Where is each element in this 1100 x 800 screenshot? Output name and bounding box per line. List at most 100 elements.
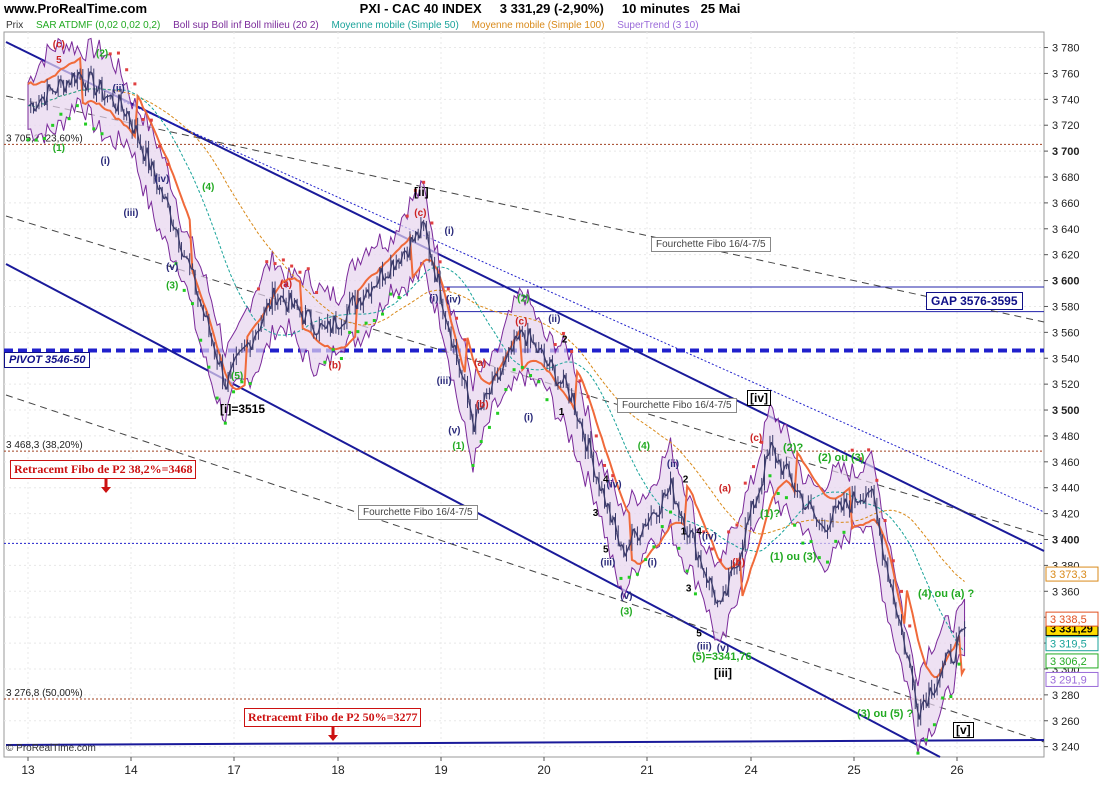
wave-label: (iv): [702, 532, 717, 543]
wave-2q-label: (2)?: [783, 442, 804, 454]
sar-dot: [801, 541, 805, 545]
sar-dot: [752, 465, 756, 469]
wave-i-label: [i]=3515: [220, 402, 266, 416]
level-label: 3 468,3 (38,20%): [6, 440, 83, 451]
y-tick-label: 3 680: [1052, 172, 1080, 184]
wave-label: (ii): [113, 84, 125, 95]
sar-dot: [34, 138, 38, 142]
sar-dot: [603, 463, 607, 467]
wave-label: (b): [328, 361, 341, 372]
fibo-38-label: Retracemt Fibo de P2 38,2%=3468: [10, 460, 197, 479]
wave-iv-label: [iv]: [747, 390, 771, 406]
y-tick-label: 3 540: [1052, 353, 1080, 365]
price-tag-label: 3 373,3: [1050, 569, 1087, 581]
sar-dot: [84, 122, 88, 126]
sar-dot: [537, 380, 541, 384]
wave-label: (iv): [446, 295, 461, 306]
fourchette-label-2: Fourchette Fibo 16/4-7/5: [617, 398, 737, 413]
sar-dot: [306, 267, 310, 271]
y-tick-label: 3 580: [1052, 301, 1080, 313]
x-tick-label: 14: [124, 763, 138, 777]
wave-label: (iii): [124, 208, 139, 219]
wave-label: (a): [719, 484, 731, 495]
sar-dot: [232, 390, 236, 394]
wave-label: (i): [445, 226, 454, 237]
wave-label: 3: [686, 583, 692, 594]
sar-dot: [149, 118, 153, 122]
wave-label: 2: [683, 475, 689, 486]
sar-dot: [51, 123, 55, 127]
sar-dot: [545, 398, 549, 402]
y-tick-label: 3 480: [1052, 431, 1080, 443]
fourchette-label-1: Fourchette Fibo 16/4-7/5: [651, 237, 771, 252]
sar-dot: [916, 751, 920, 755]
wave-label: (2): [517, 293, 529, 304]
sar-dot: [570, 350, 574, 354]
wave-label: (b): [732, 557, 745, 568]
price-tag-label: 3 319,5: [1050, 639, 1087, 651]
wave-1-or-3-label: (1) ou (3): [770, 551, 817, 563]
y-tick-label: 3 420: [1052, 509, 1080, 521]
sar-dot: [182, 288, 186, 292]
wave-label: (c): [414, 208, 426, 219]
wave-ii-label: [ii]: [414, 185, 429, 199]
sar-dot: [669, 510, 673, 514]
sar-dot: [957, 662, 961, 666]
y-tick-label: 3 520: [1052, 379, 1080, 391]
y-tick-label: 3 500: [1052, 405, 1080, 417]
wave-label: (iv): [154, 174, 169, 185]
y-tick-label: 3 600: [1052, 276, 1080, 288]
wave-label: 3: [593, 508, 599, 519]
price-tag-label: 3 306,2: [1050, 656, 1087, 668]
sar-dot: [463, 338, 467, 342]
y-tick-label: 3 440: [1052, 483, 1080, 495]
sar-dot: [809, 540, 813, 544]
sar-dot: [842, 530, 846, 534]
sar-dot: [223, 421, 227, 425]
sar-dot: [735, 523, 739, 527]
sar-dot: [248, 382, 252, 386]
sar-dot: [677, 546, 681, 550]
sar-dot: [381, 312, 385, 316]
wave-1q-label: (1)?: [760, 508, 781, 520]
x-tick-label: 13: [21, 763, 35, 777]
sar-dot: [635, 572, 639, 576]
sar-dot: [256, 287, 260, 291]
sar-dot: [67, 117, 71, 121]
sar-dot: [900, 589, 904, 593]
wave-label: (ii): [667, 459, 679, 470]
sar-dot: [941, 696, 945, 700]
level-label: 3 276,8 (50,00%): [6, 688, 83, 699]
wave-label: 5: [56, 55, 62, 66]
sar-dot: [273, 262, 277, 266]
y-tick-label: 3 360: [1052, 586, 1080, 598]
sar-dot: [619, 576, 623, 580]
sar-dot: [627, 575, 631, 579]
plot-area: [3, 31, 1045, 758]
wave-2-or-3-label: (2) ou (3): [818, 452, 865, 464]
price-chart: 3 2403 2603 2803 3003 3203 3403 3603 380…: [3, 31, 1099, 777]
sar-dot: [768, 474, 772, 478]
wave-label: (1): [53, 143, 65, 154]
sar-dot: [281, 258, 285, 262]
wave-label: (ii): [548, 314, 560, 325]
sar-dot: [100, 132, 104, 136]
sar-dot: [207, 365, 211, 369]
y-tick-label: 3 760: [1052, 68, 1080, 80]
y-tick-label: 3 660: [1052, 198, 1080, 210]
sar-dot: [826, 560, 830, 564]
sar-dot: [529, 374, 533, 378]
sar-dot: [364, 321, 368, 325]
wave-label: (a): [280, 279, 292, 290]
sar-dot: [397, 295, 401, 299]
x-tick-label: 18: [331, 763, 345, 777]
candle-body: [314, 333, 319, 336]
y-tick-label: 3 400: [1052, 535, 1080, 547]
sar-dot: [422, 180, 426, 184]
wave-label: (c): [515, 317, 527, 328]
sar-dot: [727, 530, 731, 534]
sar-dot: [92, 127, 96, 131]
sar-dot: [265, 260, 269, 264]
wave-label: (i): [524, 412, 533, 423]
candle-body: [960, 628, 964, 632]
